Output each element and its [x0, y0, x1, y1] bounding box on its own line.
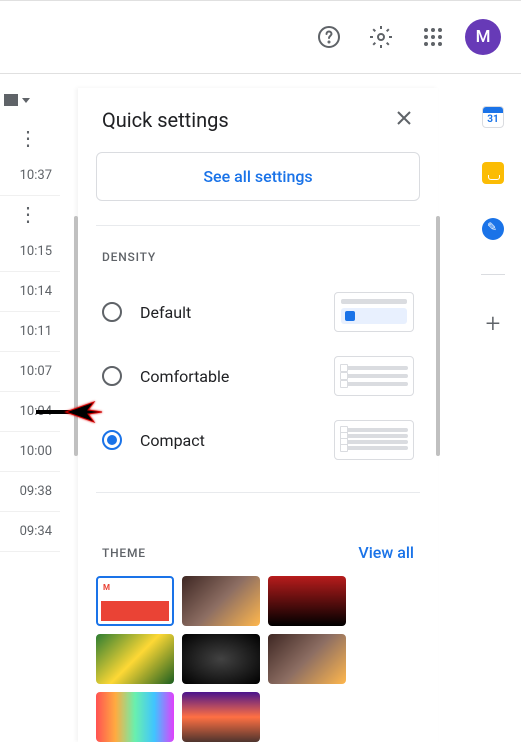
side-panel: +	[465, 88, 521, 339]
theme-thumbnail[interactable]	[96, 634, 174, 684]
density-option-compact[interactable]: Compact	[78, 408, 438, 472]
panel-title: Quick settings	[102, 108, 229, 132]
mail-time[interactable]: 10:07	[0, 352, 60, 392]
quick-settings-panel: Quick settings See all settings DENSITY …	[78, 88, 438, 742]
select-dropdown[interactable]	[0, 88, 60, 120]
density-preview	[334, 356, 414, 396]
keep-icon[interactable]	[482, 162, 504, 184]
density-preview	[334, 292, 414, 332]
mail-time[interactable]: 10:15	[0, 232, 60, 272]
theme-thumbnail[interactable]	[182, 576, 260, 626]
view-all-themes-button[interactable]: View all	[358, 543, 414, 562]
help-icon[interactable]	[309, 17, 349, 57]
density-label: Comfortable	[140, 367, 316, 386]
theme-thumbnail[interactable]	[268, 576, 346, 626]
divider	[96, 225, 420, 226]
mail-time[interactable]: 10:14	[0, 272, 60, 312]
top-bar: M	[0, 0, 521, 74]
divider	[96, 492, 420, 493]
radio-icon	[102, 302, 122, 322]
add-icon[interactable]: +	[486, 309, 501, 339]
density-preview	[334, 420, 414, 460]
theme-section-label: THEME	[102, 546, 146, 560]
tasks-icon[interactable]	[482, 218, 504, 240]
theme-thumbnail[interactable]	[96, 692, 174, 742]
mail-time[interactable]: 09:34	[0, 512, 60, 552]
mail-list: ⋮ 10:37 ⋮ 10:15 10:14 10:11 10:07 10:04 …	[0, 88, 60, 552]
theme-grid	[78, 576, 438, 742]
mail-time[interactable]: 10:11	[0, 312, 60, 352]
radio-icon	[102, 430, 122, 450]
mail-time[interactable]: 10:00	[0, 432, 60, 472]
see-all-settings-button[interactable]: See all settings	[96, 152, 420, 201]
gear-icon[interactable]	[361, 17, 401, 57]
close-icon[interactable]	[394, 108, 414, 132]
density-label: Default	[140, 303, 316, 322]
calendar-icon[interactable]	[482, 106, 504, 128]
density-option-comfortable[interactable]: Comfortable	[78, 344, 438, 408]
theme-thumbnail[interactable]	[268, 634, 346, 684]
apps-grid-icon[interactable]	[413, 17, 453, 57]
more-icon[interactable]: ⋮	[0, 196, 60, 232]
density-section-label: DENSITY	[78, 250, 438, 280]
density-option-default[interactable]: Default	[78, 280, 438, 344]
scrollbar[interactable]	[436, 216, 440, 456]
theme-thumbnail[interactable]	[182, 634, 260, 684]
mail-time[interactable]: 09:38	[0, 472, 60, 512]
annotation-arrow	[64, 394, 104, 434]
avatar[interactable]: M	[465, 19, 501, 55]
mail-time[interactable]: 10:37	[0, 156, 60, 196]
radio-icon	[102, 366, 122, 386]
density-label: Compact	[140, 431, 316, 450]
theme-thumbnail[interactable]	[182, 692, 260, 742]
divider	[481, 274, 505, 275]
theme-thumbnail[interactable]	[96, 576, 174, 626]
more-icon[interactable]: ⋮	[0, 120, 60, 156]
